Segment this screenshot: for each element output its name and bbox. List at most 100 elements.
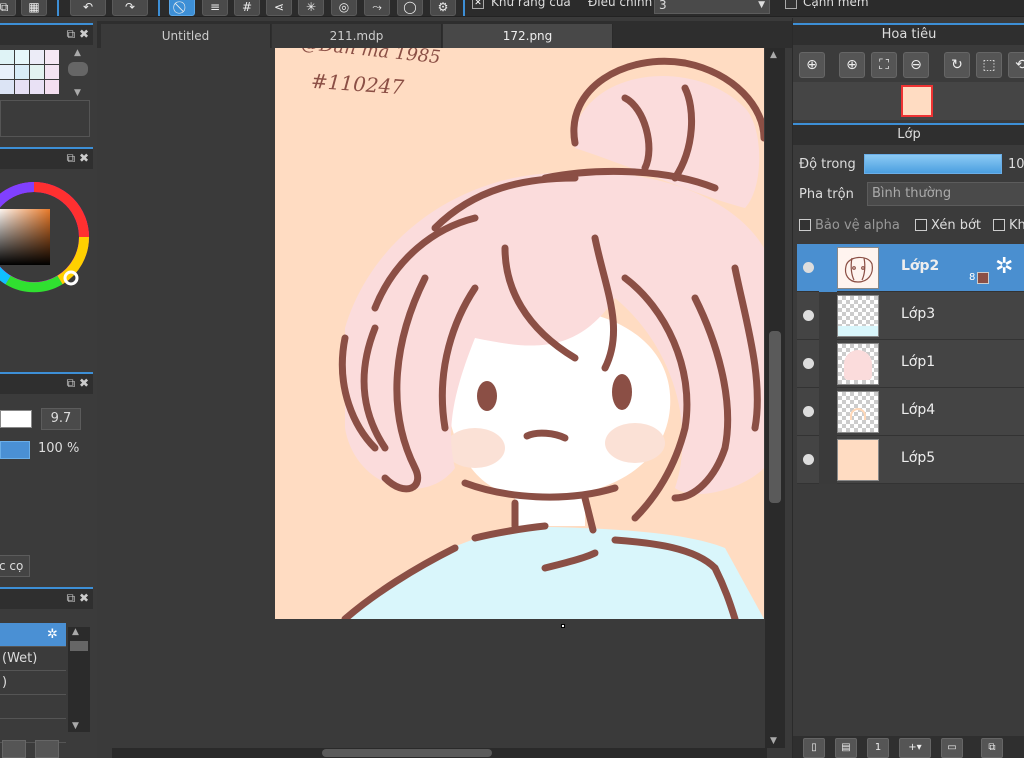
swatch-add-area[interactable] [0, 100, 90, 137]
swatch[interactable] [45, 50, 59, 64]
redo-button[interactable]: ↷ [112, 0, 148, 16]
swatch[interactable] [15, 80, 29, 94]
brush-opacity-slider[interactable] [0, 441, 30, 459]
visibility-icon[interactable] [803, 310, 814, 321]
swatch[interactable] [30, 65, 44, 79]
tool-icon[interactable]: ⧉ [0, 0, 16, 16]
new-1bit-layer-icon[interactable]: 1 [867, 738, 889, 758]
navigator-viewport[interactable] [901, 85, 933, 117]
reset-rotation-icon[interactable]: ⟲ [1008, 52, 1024, 78]
duplicate-icon[interactable]: ⧉ [981, 738, 1003, 758]
visibility-icon[interactable] [803, 262, 814, 273]
visibility-icon[interactable] [803, 454, 814, 465]
swatch[interactable] [0, 65, 14, 79]
layer-row[interactable]: Lớp1 [797, 340, 1024, 388]
layer-row[interactable]: Lớp5 [797, 436, 1024, 484]
popout-icon[interactable]: ⧉ [67, 27, 76, 41]
tab-211-mdp[interactable]: 211.mdp [272, 24, 442, 48]
checkbox-box[interactable] [993, 219, 1005, 231]
visibility-icon[interactable] [803, 358, 814, 369]
brush-size-value[interactable]: 9.7 [41, 408, 81, 430]
close-icon[interactable]: ✖ [79, 591, 89, 605]
layer-opacity-slider[interactable] [864, 154, 1002, 174]
brush-settings-button[interactable]: c cọ [0, 555, 30, 577]
scroll-up-icon[interactable]: ▲ [74, 48, 81, 58]
new-halftone-layer-icon[interactable]: ▤ [835, 738, 857, 758]
popout-icon[interactable]: ⧉ [67, 376, 76, 390]
ellipse-snap-button[interactable]: ◯ [397, 0, 423, 16]
duplicate-icon[interactable] [35, 740, 59, 758]
layer-row[interactable]: Lớp2 8 ✲ [797, 244, 1024, 292]
swatch[interactable] [45, 65, 59, 79]
scroll-thumb[interactable] [68, 62, 88, 76]
swatch[interactable] [15, 50, 29, 64]
swatch[interactable] [0, 80, 14, 94]
checkbox-box[interactable] [799, 219, 811, 231]
brush-item[interactable]: (Wet) [0, 647, 66, 671]
color-wheel[interactable] [0, 171, 97, 331]
scroll-thumb[interactable] [769, 331, 781, 503]
undo-button[interactable]: ↶ [70, 0, 106, 16]
brush-item[interactable] [0, 695, 66, 719]
scroll-down-icon[interactable]: ▼ [74, 88, 81, 98]
folder-icon[interactable]: ▭ [941, 738, 963, 758]
protect-alpha-checkbox[interactable]: Bảo vệ alpha [799, 218, 900, 233]
brush-item[interactable]: ) [0, 671, 66, 695]
folder-icon[interactable] [2, 740, 26, 758]
scroll-up-icon[interactable]: ▲ [770, 50, 777, 60]
snap-off-button[interactable]: ⃠ [169, 0, 195, 16]
swatch[interactable] [15, 65, 29, 79]
popout-icon[interactable]: ⧉ [67, 151, 76, 165]
zoom-out-icon[interactable]: ⊖ [903, 52, 929, 78]
adjust-select[interactable]: 3 ▼ [654, 0, 770, 14]
brush-item[interactable]: ✲ [0, 623, 66, 647]
parallel-snap-button[interactable]: ≡ [202, 0, 228, 16]
scroll-down-icon[interactable]: ▼ [72, 721, 79, 731]
visibility-icon[interactable] [803, 406, 814, 417]
soft-edge-checkbox[interactable] [785, 0, 797, 9]
clip-checkbox[interactable]: Xén bớt [915, 218, 981, 233]
zoom-in-icon[interactable]: ⊕ [839, 52, 865, 78]
snap-settings-gear-icon[interactable]: ⚙ [430, 0, 456, 16]
close-icon[interactable]: ✖ [79, 27, 89, 41]
rotate-icon[interactable]: ↻ [944, 52, 970, 78]
curve-snap-button[interactable]: ⤳ [364, 0, 390, 16]
swatch[interactable] [45, 80, 59, 94]
fullscreen-icon[interactable]: ⬚ [976, 52, 1002, 78]
tab-172-png[interactable]: 172.png [443, 24, 613, 48]
popout-icon[interactable]: ⧉ [67, 591, 76, 605]
canvas-horizontal-scrollbar[interactable] [112, 748, 767, 758]
canvas-vertical-scrollbar[interactable]: ▲ ▼ [765, 48, 785, 748]
perspective-snap-button[interactable]: ⋖ [266, 0, 292, 16]
grid-icon[interactable]: ▦ [21, 0, 47, 16]
swatch[interactable] [0, 50, 14, 64]
scroll-down-icon[interactable]: ▼ [770, 736, 777, 746]
checkbox-box[interactable] [915, 219, 927, 231]
scroll-up-icon[interactable]: ▲ [72, 627, 79, 637]
scroll-thumb[interactable] [70, 641, 88, 651]
close-icon[interactable]: ✖ [79, 151, 89, 165]
swatch[interactable] [30, 80, 44, 94]
gear-icon[interactable]: ✲ [47, 623, 58, 647]
scroll-thumb[interactable] [322, 749, 492, 757]
grid-snap-button[interactable]: # [234, 0, 260, 16]
lock-checkbox[interactable]: Kh [993, 218, 1024, 233]
add-layer-menu-icon[interactable]: +▾ [899, 738, 931, 758]
blend-mode-select[interactable]: Bình thường [867, 182, 1024, 206]
brush-size-slider[interactable] [0, 410, 32, 428]
radial-snap-button[interactable]: ✳ [298, 0, 324, 16]
navigator-preview[interactable] [793, 82, 1024, 120]
brush-list-scrollbar[interactable]: ▲ ▼ [68, 627, 90, 732]
layer-row[interactable]: Lớp3 [797, 292, 1024, 340]
gear-icon[interactable]: ✲ [995, 254, 1013, 279]
drawing-canvas[interactable]: @Đàn ma 1985 #110247 [275, 48, 764, 619]
fit-screen-icon[interactable]: ⛶ [871, 52, 897, 78]
zoom-actual-icon[interactable]: ⊕ [799, 52, 825, 78]
new-layer-icon[interactable]: ▯ [803, 738, 825, 758]
swatch[interactable] [30, 50, 44, 64]
antialias-checkbox[interactable]: ✕ [472, 0, 484, 9]
concentric-snap-button[interactable]: ◎ [331, 0, 357, 16]
tab-untitled[interactable]: Untitled [101, 24, 271, 48]
close-icon[interactable]: ✖ [79, 376, 89, 390]
layer-row[interactable]: Lớp4 [797, 388, 1024, 436]
